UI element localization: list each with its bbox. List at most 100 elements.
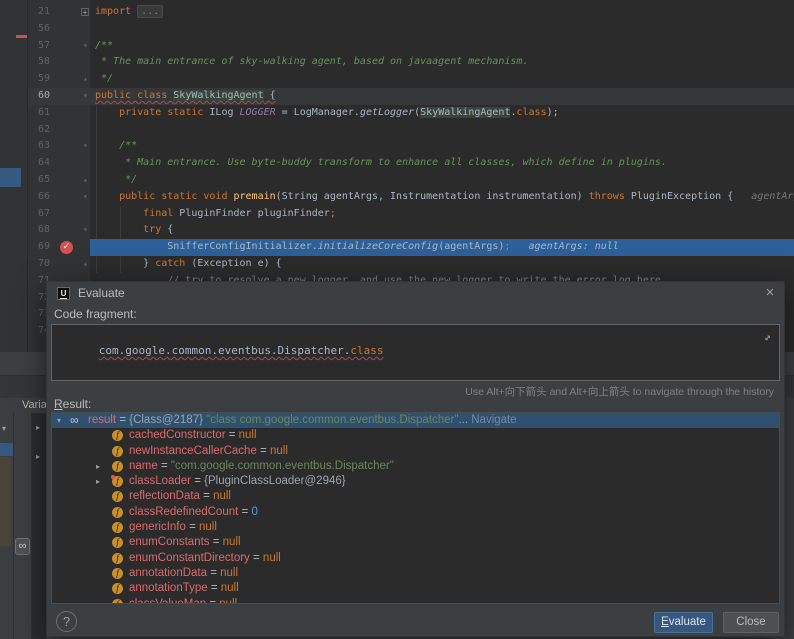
fold-column: ▾ <box>50 138 90 155</box>
code-token <box>95 107 119 118</box>
chevron-right-icon[interactable]: ▸ <box>96 474 100 489</box>
fold-icon[interactable]: ▾ <box>83 38 88 55</box>
line-number[interactable]: 56 <box>28 21 50 38</box>
close-button[interactable]: Close <box>723 612 779 633</box>
variable-text: annotationData = null <box>129 566 238 581</box>
variable-row[interactable]: fclassValueMap = null <box>52 597 779 604</box>
line-number[interactable]: 65 <box>28 172 50 189</box>
breakpoint-icon[interactable]: ✓ <box>60 241 73 254</box>
code-token: catch <box>155 258 185 269</box>
code-token: public class <box>95 90 173 101</box>
code-fragment-input[interactable]: com.google.common.eventbus.Dispatcher.cl… <box>51 324 780 381</box>
line-number[interactable]: 70 <box>28 256 50 273</box>
fold-column: ▴ <box>50 71 90 88</box>
frame-selection-fragment <box>0 443 13 456</box>
chevron-right-icon[interactable]: ▸ <box>96 459 100 474</box>
close-icon[interactable]: × <box>761 284 779 302</box>
line-number[interactable]: 59 <box>28 71 50 88</box>
variable-value: 0 <box>251 506 257 518</box>
variable-row[interactable]: freflectionData = null <box>52 489 779 504</box>
code-text[interactable]: */ <box>90 71 794 88</box>
tree-expand-icon[interactable]: ▸ <box>36 452 40 461</box>
line-number[interactable]: 66 <box>28 189 50 206</box>
result-tree[interactable]: ▾∞result = {Class@2187} "class com.googl… <box>51 412 780 604</box>
chevron-down-icon[interactable]: ▾ <box>57 413 61 428</box>
line-number[interactable]: 63 <box>28 138 50 155</box>
expand-icon[interactable]: ↔ <box>760 331 774 345</box>
variable-row[interactable]: fannotationData = null <box>52 566 779 581</box>
fold-icon[interactable]: ▴ <box>83 256 88 273</box>
fold-icon[interactable]: + <box>81 8 89 16</box>
code-text[interactable]: SnifferConfigInitializer.initializeCoreC… <box>90 239 794 256</box>
chevron-down-icon[interactable]: ▾ <box>2 424 6 433</box>
code-token: /** <box>95 140 137 151</box>
result-label: Result: <box>54 397 91 411</box>
watches-toggle-button[interactable]: ∞ <box>15 538 30 555</box>
variable-name: classValueMap <box>129 598 206 604</box>
code-text[interactable]: import ... <box>90 4 794 21</box>
evaluate-button[interactable]: Evaluate <box>654 612 713 633</box>
line-number[interactable]: 57 <box>28 38 50 55</box>
fold-icon[interactable]: ▾ <box>83 189 88 206</box>
code-text[interactable]: private static ILog LOGGER = LogManager.… <box>90 105 794 122</box>
code-line: 59 ▴ */ <box>28 71 794 88</box>
line-number[interactable]: 60 <box>28 88 50 105</box>
code-text[interactable]: * The main entrance of sky-walking agent… <box>90 54 794 71</box>
help-icon[interactable]: ? <box>56 611 77 632</box>
code-text[interactable]: /** <box>90 138 794 155</box>
tree-expand-icon[interactable]: ▸ <box>36 423 40 432</box>
variable-row[interactable]: fclassRedefinedCount = 0 <box>52 505 779 520</box>
variable-row[interactable]: fgenericInfo = null <box>52 520 779 535</box>
variable-name: enumConstants <box>129 536 210 548</box>
line-number[interactable]: 68 <box>28 222 50 239</box>
line-number[interactable]: 58 <box>28 54 50 71</box>
variable-row[interactable]: ▸fname = "com.google.common.eventbus.Dis… <box>52 459 779 474</box>
variable-row[interactable]: fcachedConstructor = null <box>52 428 779 443</box>
variable-text: enumConstantDirectory = null <box>129 551 281 566</box>
code-text[interactable]: public static void premain(String agentA… <box>90 189 794 206</box>
code-token: class <box>517 107 547 118</box>
variable-row[interactable]: fenumConstants = null <box>52 535 779 550</box>
variable-row[interactable]: fannotationType = null <box>52 581 779 596</box>
equals-sign: = <box>116 414 129 426</box>
code-text[interactable]: try { <box>90 222 794 239</box>
variable-row[interactable]: fenumConstantDirectory = null <box>52 551 779 566</box>
code-text[interactable]: /** <box>90 38 794 55</box>
code-line: 21 +import ... <box>28 4 794 21</box>
fold-icon[interactable]: ▾ <box>83 138 88 155</box>
code-token: */ <box>95 73 113 84</box>
line-number[interactable]: 69 <box>28 239 50 256</box>
code-text[interactable]: */ <box>90 172 794 189</box>
fold-icon[interactable]: ▾ <box>83 88 88 105</box>
fold-column: ▾ <box>50 38 90 55</box>
fold-icon[interactable]: ▴ <box>83 172 88 189</box>
equals-sign: = <box>186 521 199 533</box>
code-text[interactable] <box>90 21 794 38</box>
code-line: 62 <box>28 122 794 139</box>
field-icon: f <box>112 522 123 533</box>
variable-row[interactable]: ▸fclassLoader = {PluginClassLoader@2946} <box>52 474 779 489</box>
variable-row[interactable]: ▾∞result = {Class@2187} "class com.googl… <box>52 413 779 428</box>
line-number[interactable]: 21 <box>28 4 50 21</box>
fold-icon[interactable]: ▾ <box>83 222 88 239</box>
code-line: 69 ✓ SnifferConfigInitializer.initializeC… <box>28 239 794 256</box>
code-text[interactable]: } catch (Exception e) { <box>90 256 794 273</box>
variable-value: null <box>270 445 288 457</box>
line-number[interactable]: 62 <box>28 122 50 139</box>
equals-sign: = <box>208 582 221 594</box>
line-number[interactable]: 67 <box>28 206 50 223</box>
code-text[interactable] <box>90 122 794 139</box>
variable-name: genericInfo <box>129 521 186 533</box>
line-number[interactable]: 61 <box>28 105 50 122</box>
code-text[interactable]: public class SkyWalkingAgent { <box>90 88 794 105</box>
code-text[interactable]: final PluginFinder pluginFinder; <box>90 206 794 223</box>
code-token: { <box>161 224 173 235</box>
variable-name: result <box>88 414 116 426</box>
variable-row[interactable]: fnewInstanceCallerCache = null <box>52 444 779 459</box>
navigate-link[interactable]: Navigate <box>471 414 516 426</box>
variable-text: classRedefinedCount = 0 <box>129 505 258 520</box>
line-number[interactable]: 64 <box>28 155 50 172</box>
fold-icon[interactable]: ▴ <box>83 71 88 88</box>
intellij-logo-icon: U <box>57 287 70 300</box>
code-text[interactable]: * Main entrance. Use byte-buddy transfor… <box>90 155 794 172</box>
